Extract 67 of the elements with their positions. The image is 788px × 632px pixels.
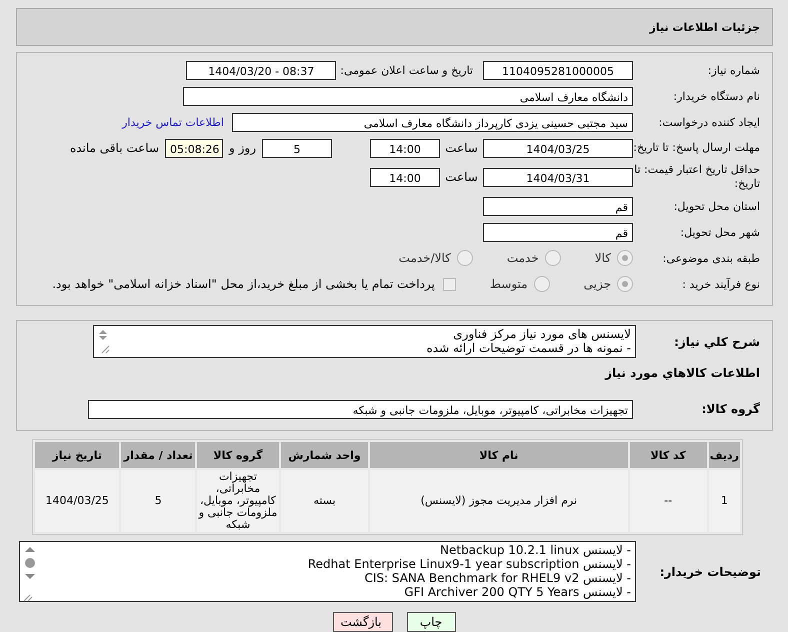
goods-group-field: تجهیزات مخابراتی، کامپیوتر، موبایل، ملزومات جانبی و شبکه [88, 400, 633, 418]
field-label: توضیحات خریدار: [658, 564, 762, 578]
description-line: لایسنس های مورد نیاز مرکز فناوری [452, 327, 631, 341]
table-cell: 5 [121, 470, 196, 532]
radio-button[interactable] [534, 276, 550, 292]
table-cell: -- [630, 470, 707, 532]
field-label: شهر محل تحویل: [679, 226, 761, 238]
column-header: کد کالا [630, 442, 707, 468]
radio-label: متوسط [490, 277, 528, 291]
table-cell: 1 [708, 470, 740, 532]
radio-label: جزیی [584, 277, 611, 291]
field-label: مهلت ارسال پاسخ: تا تاریخ: [633, 141, 761, 155]
time-field: 14:00 [370, 138, 440, 158]
date-field: 1404/03/25 [483, 138, 633, 158]
remaining-time-field: 05:08:26 [165, 138, 223, 158]
field-label: نوع فرآیند خرید : [681, 278, 761, 290]
date-field: 1404/03/31 [483, 168, 633, 186]
radio-button[interactable] [617, 250, 633, 266]
table-cell: بسته [280, 470, 368, 532]
days-label: روز و [229, 141, 256, 155]
table-cell: 1404/03/25 [35, 470, 120, 532]
table-cell: نرم افزار مدیریت مجوز (لایسنس) [370, 470, 628, 532]
column-header: نام کالا [370, 442, 628, 468]
field-label: شرح کلي نیاز: [673, 334, 761, 348]
contact-link[interactable]: اطلاعات تماس خریدار [122, 116, 224, 128]
print-button[interactable]: چاپ [406, 612, 456, 632]
remaining-label: ساعت باقی مانده [70, 141, 159, 155]
radio-label: خدمت [506, 251, 539, 265]
radio-button[interactable] [456, 250, 473, 266]
column-header: گروه کالا [197, 442, 279, 468]
field-label: استان محل تحویل: [672, 200, 761, 212]
field-label: ایجاد کننده درخواست: [658, 116, 761, 128]
field-label: گروه کالا: [700, 402, 761, 416]
field-label: طبقه بندی موضوعی: [662, 252, 761, 264]
time-label: ساعت [444, 170, 479, 184]
need-number-field: 1104095281000005 [483, 60, 633, 80]
column-header: ردیف [708, 442, 740, 468]
notes-line: - لایسنس CIS: SANA Benchmark for RHEL9 v2 [363, 571, 631, 585]
field-label: شماره نیاز: [706, 64, 761, 76]
radio-label: کالا [594, 251, 611, 265]
province-field: قم [483, 196, 633, 216]
notes-line: - لایسنس GFI Archiver 200 QTY 5 Years [403, 585, 631, 599]
time-label: ساعت [444, 141, 479, 155]
notes-line: - لایسنس Netbackup 10.2.1 linux [439, 543, 631, 557]
column-header: تاریخ نیاز [35, 442, 120, 468]
page-title: جزئیات اطلاعات نیاز [650, 20, 760, 34]
table-cell: تجهیزات مخابراتی، کامپیوتر، موبایل، ملزومات جانبی و شبکه [197, 470, 279, 532]
city-field: قم [483, 222, 633, 242]
buyer-org-field: دانشگاه معارف اسلامی [183, 86, 633, 106]
section-title: اطلاعات کالاهاي مورد نیاز [605, 366, 761, 380]
time-field: 14:00 [370, 168, 440, 186]
column-header: واحد شمارش [280, 442, 368, 468]
creator-field: سید مجتبی حسینی یزدی کارپرداز دانشگاه معارف اسلامی [232, 112, 633, 132]
radio-label: کالا/خدمت [398, 251, 451, 265]
notes-line: - لایسنس Redhat Enterprise Linux9-1 year subscription [306, 557, 631, 571]
radio-button[interactable] [617, 276, 633, 292]
radio-button[interactable] [544, 250, 561, 266]
description-line: - نمونه ها در قسمت توضیحات ارائه شده [426, 341, 631, 355]
payment-note: پرداخت تمام یا بخشی از مبلغ خرید،از محل "اسناد خزانه اسلامی" خواهد بود. [52, 277, 435, 291]
field-label: حداقل تاریخ اعتبار قیمت: تا تاریخ: [633, 163, 761, 191]
column-header: تعداد / مقدار [121, 442, 196, 468]
field-label: نام دستگاه خریدار: [672, 90, 761, 102]
announce-date-field: 1404/03/20 - 08:37 [186, 60, 336, 80]
days-field: 5 [262, 138, 332, 158]
back-button[interactable]: بازگشت [332, 612, 392, 632]
checkbox[interactable] [442, 278, 456, 290]
field-label: تاریخ و ساعت اعلان عمومی: [340, 64, 473, 76]
